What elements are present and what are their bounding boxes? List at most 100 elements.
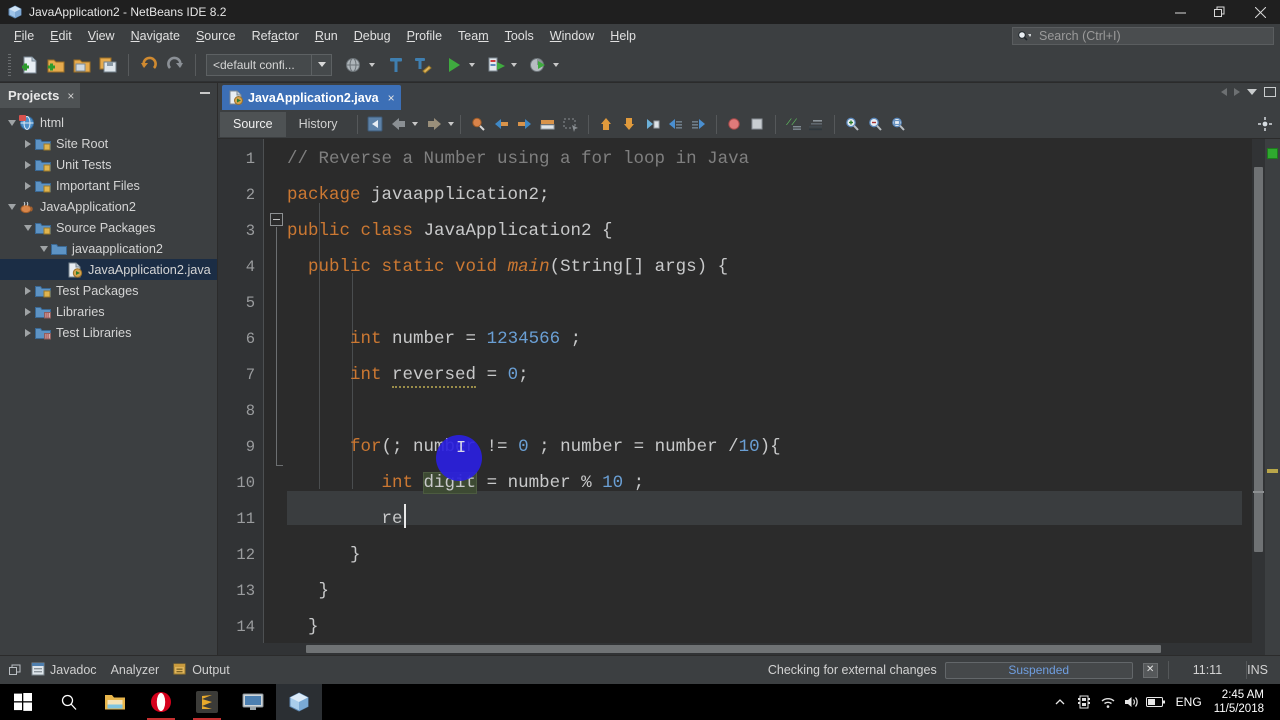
- menu-team[interactable]: Team: [450, 26, 497, 46]
- project-configuration-combo[interactable]: <default confi...: [206, 53, 332, 76]
- error-stripe[interactable]: [1265, 139, 1280, 655]
- clock[interactable]: 2:45 AM 11/5/2018: [1210, 688, 1274, 716]
- expand-arrow-icon[interactable]: [22, 306, 33, 317]
- chevron-down-icon-debug[interactable]: [511, 62, 517, 67]
- find-selection-icon[interactable]: [467, 113, 490, 136]
- tree-item-unit-tests[interactable]: Unit Tests: [0, 154, 217, 175]
- taskbar-sublime-text[interactable]: [184, 684, 230, 720]
- bottom-tab-output[interactable]: Output: [166, 656, 237, 685]
- new-file-icon[interactable]: [17, 52, 43, 78]
- stop-macro-icon[interactable]: [723, 113, 746, 136]
- fold-collapse-icon[interactable]: [270, 213, 283, 226]
- tree-item-javaapplication2-java[interactable]: JavaApplication2.java: [0, 259, 217, 280]
- next-bookmark-icon[interactable]: [513, 113, 536, 136]
- uncomment-icon[interactable]: [805, 113, 828, 136]
- new-project-icon[interactable]: [43, 52, 69, 78]
- chevron-up-icon[interactable]: [1048, 684, 1072, 720]
- expand-arrow-icon[interactable]: [22, 180, 33, 191]
- menu-help[interactable]: Help: [602, 26, 644, 46]
- insert-mode-indicator[interactable]: INS: [1247, 663, 1280, 677]
- hammer-icon[interactable]: [383, 52, 409, 78]
- collapse-arrow-icon[interactable]: [22, 222, 33, 233]
- warning-stripe-mark[interactable]: [1267, 469, 1278, 473]
- quick-search-box[interactable]: Search (Ctrl+I): [1012, 27, 1274, 45]
- menu-tools[interactable]: Tools: [497, 26, 542, 46]
- toggle-bookmark-icon[interactable]: [536, 113, 559, 136]
- expand-arrow-icon[interactable]: [22, 285, 33, 296]
- start-macro-recording-icon[interactable]: [641, 113, 664, 136]
- close-button[interactable]: [1240, 0, 1280, 24]
- tree-item-javaapplication2[interactable]: JavaApplication2: [0, 196, 217, 217]
- menu-navigate[interactable]: Navigate: [123, 26, 188, 46]
- chevron-down-icon-run[interactable]: [469, 62, 475, 67]
- horizontal-scrollbar-thumb[interactable]: [306, 645, 1161, 653]
- debug-icon[interactable]: [483, 52, 509, 78]
- profile-icon[interactable]: [525, 52, 551, 78]
- expand-arrow-icon[interactable]: [22, 327, 33, 338]
- zoom-in-icon[interactable]: [841, 113, 864, 136]
- code-line[interactable]: public class JavaApplication2 {: [287, 213, 613, 249]
- taskbar-netbeans[interactable]: [276, 684, 322, 720]
- last-edit-icon[interactable]: [364, 113, 387, 136]
- collapse-arrow-icon[interactable]: [6, 201, 17, 212]
- menu-debug[interactable]: Debug: [346, 26, 399, 46]
- menu-run[interactable]: Run: [307, 26, 346, 46]
- menu-profile[interactable]: Profile: [399, 26, 450, 46]
- code-line[interactable]: int reversed = 0;: [287, 357, 529, 393]
- start-button[interactable]: [0, 684, 46, 720]
- language-indicator[interactable]: ENG: [1168, 695, 1210, 709]
- chevron-down-icon-forward[interactable]: [447, 122, 454, 126]
- shift-line-down-icon[interactable]: [618, 113, 641, 136]
- menu-source[interactable]: Source: [188, 26, 244, 46]
- tray-app-icon[interactable]: [1072, 684, 1096, 720]
- code-line[interactable]: package javaapplication2;: [287, 177, 550, 213]
- battery-icon[interactable]: [1144, 684, 1168, 720]
- minimize-panel-icon[interactable]: [200, 92, 210, 94]
- tree-item-html[interactable]: html: [0, 112, 217, 133]
- restore-button[interactable]: [1200, 0, 1240, 24]
- expand-arrow-icon[interactable]: [22, 138, 33, 149]
- code-line[interactable]: // Reverse a Number using a for loop in …: [287, 141, 749, 177]
- progress-bar[interactable]: Suspended: [944, 661, 1133, 679]
- undo-icon[interactable]: [136, 52, 162, 78]
- code-line[interactable]: int number = 1234566 ;: [287, 321, 581, 357]
- taskbar-file-explorer[interactable]: [92, 684, 138, 720]
- code-line[interactable]: }: [287, 573, 330, 609]
- maximize-editor-icon[interactable]: [1264, 87, 1276, 97]
- toggle-rectangular-selection-icon[interactable]: [559, 113, 582, 136]
- taskbar-remote-desktop[interactable]: [230, 684, 276, 720]
- menu-file[interactable]: File: [6, 26, 42, 46]
- wifi-icon[interactable]: [1096, 684, 1120, 720]
- redo-icon[interactable]: [162, 52, 188, 78]
- code-line[interactable]: }: [287, 609, 319, 645]
- zoom-out-icon[interactable]: [864, 113, 887, 136]
- collapse-arrow-icon[interactable]: [6, 117, 17, 128]
- code-line[interactable]: re: [287, 501, 406, 537]
- previous-error-icon[interactable]: [664, 113, 687, 136]
- scroll-tabs-left-icon[interactable]: [1221, 88, 1227, 96]
- back-icon[interactable]: [387, 113, 410, 136]
- tab-projects[interactable]: Projects ×: [0, 83, 81, 108]
- expand-arrow-icon[interactable]: [22, 159, 33, 170]
- code-line[interactable]: for(; number != 0 ; number = number /10)…: [287, 429, 781, 465]
- menu-edit[interactable]: Edit: [42, 26, 80, 46]
- clean-build-icon[interactable]: [409, 52, 435, 78]
- tree-item-test-libraries[interactable]: Test Libraries: [0, 322, 217, 343]
- open-project-icon[interactable]: [69, 52, 95, 78]
- horizontal-scrollbar[interactable]: [218, 643, 1261, 655]
- collapse-arrow-icon[interactable]: [38, 243, 49, 254]
- code-editor[interactable]: 1 2 3 4 5 6 7 8 9 10 11 12 13 14 // Reverse a Number …: [218, 139, 1280, 655]
- tree-item-source-packages[interactable]: Source Packages: [0, 217, 217, 238]
- bottom-tab-javadoc[interactable]: Javadoc: [24, 656, 104, 685]
- tree-item-javaapplication2[interactable]: javaapplication2: [0, 238, 217, 259]
- chevron-down-icon-back[interactable]: [411, 122, 418, 126]
- build-globe-icon[interactable]: [341, 52, 367, 78]
- code-line[interactable]: public static void main(String[] args) {: [287, 249, 728, 285]
- shift-line-up-icon[interactable]: [595, 113, 618, 136]
- volume-icon[interactable]: [1120, 684, 1144, 720]
- menu-refactor[interactable]: Refactor: [244, 26, 307, 46]
- vertical-scrollbar[interactable]: [1252, 139, 1265, 655]
- tab-list-chevron-down-icon[interactable]: [1247, 89, 1257, 95]
- taskbar-opera[interactable]: [138, 684, 184, 720]
- forward-icon[interactable]: [423, 113, 446, 136]
